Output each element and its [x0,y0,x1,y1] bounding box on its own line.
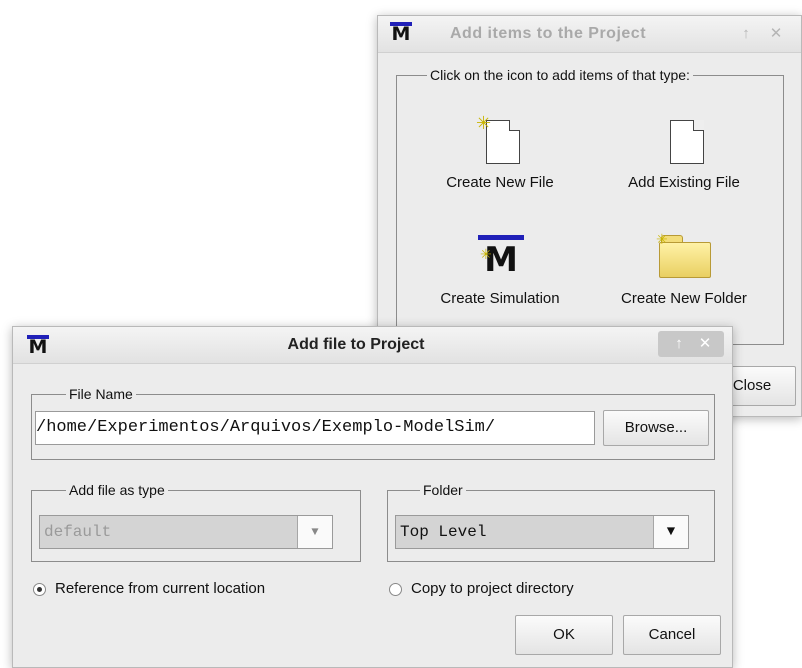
ok-button[interactable]: OK [515,615,613,655]
chevron-down-icon[interactable]: ▼ [653,516,688,548]
chevron-down-icon[interactable]: ▼ [297,516,332,548]
maximize-icon[interactable]: ↑ [670,334,688,354]
add-file-titlebar[interactable]: M Add file to Project ↑ ✕ [13,327,732,364]
create-new-folder-label: Create New Folder [621,290,747,307]
file-name-input[interactable]: /home/Experimentos/Arquivos/Exemplo-Mode… [35,411,595,445]
create-new-file-tile[interactable]: ✳ Create New File [410,114,590,204]
cancel-button[interactable]: Cancel [623,615,721,655]
add-items-titlebar[interactable]: M Add items to the Project ↑ ✕ [378,16,801,53]
item-type-group-label: Click on the icon to add items of that t… [427,66,693,84]
folder-group-label: Folder [420,481,466,499]
add-file-title: Add file to Project [287,336,425,353]
browse-button[interactable]: Browse... [603,410,709,446]
file-type-select[interactable]: default ▼ [39,515,333,549]
create-simulation-tile[interactable]: M ✳ Create Simulation [410,231,590,321]
add-items-title: Add items to the Project [450,25,647,42]
create-new-folder-tile[interactable]: ✳ Create New Folder [594,231,774,321]
close-icon[interactable]: ✕ [766,24,786,44]
title-buttons: ↑ ✕ [658,331,724,357]
create-simulation-label: Create Simulation [440,290,560,307]
close-icon[interactable]: ✕ [696,334,714,354]
reference-location-radio[interactable] [33,583,46,596]
copy-to-project-radio[interactable] [389,583,402,596]
create-new-file-label: Create New File [446,174,554,191]
file-type-value: default [44,523,112,541]
folder-value: Top Level [400,523,487,541]
modelsim-logo-icon: M [390,22,412,45]
file-type-group-label: Add file as type [66,481,168,499]
copy-to-project-label[interactable]: Copy to project directory [411,580,574,598]
add-existing-file-label: Add Existing File [628,174,740,191]
maximize-icon[interactable]: ↑ [736,24,756,44]
folder-select[interactable]: Top Level ▼ [395,515,689,549]
add-existing-file-tile[interactable]: Add Existing File [594,114,774,204]
add-file-dialog: M Add file to Project ↑ ✕ File Name /hom… [12,326,733,668]
file-name-group-label: File Name [66,385,136,403]
reference-location-label[interactable]: Reference from current location [55,580,265,598]
